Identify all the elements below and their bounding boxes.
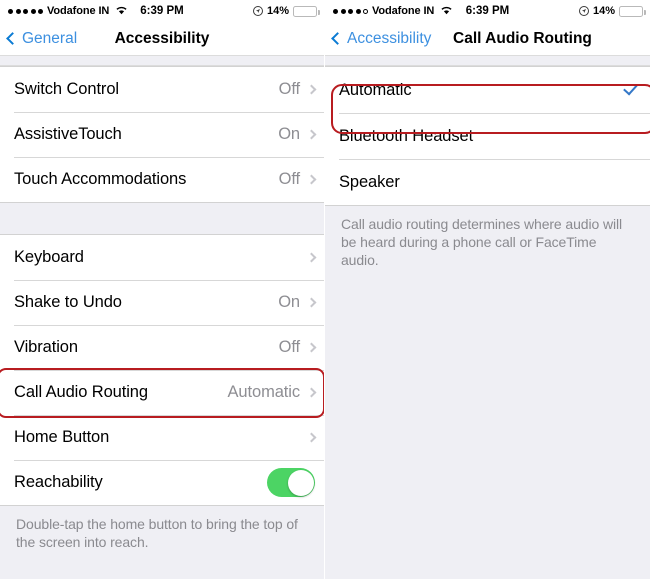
page-title: Call Audio Routing (453, 29, 592, 47)
dual-screenshot-container: Vodafone IN 6:39 PM 14% General Accessib… (0, 0, 650, 579)
battery-icon (619, 5, 646, 17)
row-value: On (278, 125, 300, 143)
row-value: Off (278, 338, 301, 356)
row-label: Touch Accommodations (14, 170, 187, 188)
top-spacer (325, 56, 650, 66)
row-label: Home Button (14, 428, 110, 446)
call-audio-routing-footer-text: Call audio routing determines where audi… (325, 206, 650, 269)
row-label: Keyboard (14, 248, 84, 266)
location-services-icon (252, 6, 263, 16)
right-status-right: 14% (578, 5, 650, 17)
battery-icon (293, 5, 320, 17)
option-automatic[interactable]: Automatic (325, 67, 650, 113)
battery-percentage: 14% (266, 5, 289, 17)
reachability-toggle-switch[interactable] (267, 468, 315, 497)
option-bluetooth-headset[interactable]: Bluetooth Headset (325, 113, 650, 159)
row-value: Off (278, 170, 301, 188)
list-item-touch-accommodations[interactable]: Touch Accommodations Off (0, 157, 324, 202)
wifi-icon (115, 5, 128, 18)
signal-strength-icon (333, 8, 368, 14)
group-separator (0, 203, 324, 234)
left-nav-bar: General Accessibility (0, 22, 324, 56)
settings-group-2: Keyboard Shake to Undo On Vibration Off … (0, 234, 324, 506)
list-item-reachability[interactable]: Reachability (0, 460, 324, 505)
left-carrier-area: Vodafone IN (0, 5, 128, 18)
chevron-right-icon (306, 387, 317, 398)
row-label: Call Audio Routing (14, 383, 148, 401)
row-label: AssistiveTouch (14, 125, 122, 143)
chevron-right-icon (306, 84, 317, 95)
list-item-vibration[interactable]: Vibration Off (0, 325, 324, 370)
row-label: Shake to Undo (14, 293, 122, 311)
left-phone-screen: Vodafone IN 6:39 PM 14% General Accessib… (0, 0, 325, 579)
battery-percentage: 14% (592, 5, 615, 17)
row-label: Reachability (14, 473, 103, 491)
list-item-home-button[interactable]: Home Button (0, 415, 324, 460)
wifi-icon (440, 5, 453, 18)
toggle-knob (287, 469, 314, 496)
back-button-accessibility[interactable]: Accessibility (325, 30, 431, 48)
checkmark-icon (623, 80, 638, 96)
option-speaker[interactable]: Speaker (325, 159, 650, 205)
carrier-name: Vodafone IN (372, 5, 435, 17)
list-item-call-audio-routing[interactable]: Call Audio Routing Automatic (0, 370, 324, 415)
row-value: Off (278, 80, 301, 98)
option-label: Automatic (339, 80, 412, 99)
chevron-right-icon (306, 174, 317, 185)
back-button-label: General (22, 29, 78, 47)
chevron-right-icon (306, 252, 317, 263)
right-phone-screen: Vodafone IN 6:39 PM 14% Accessibility Ca… (325, 0, 650, 579)
list-item-assistivetouch[interactable]: AssistiveTouch On (0, 112, 324, 157)
right-carrier-area: Vodafone IN (325, 5, 453, 18)
row-label: Switch Control (14, 80, 119, 98)
list-item-switch-control[interactable]: Switch Control Off (0, 67, 324, 112)
row-label: Vibration (14, 338, 78, 356)
chevron-right-icon (306, 432, 317, 443)
settings-group-1: Switch Control Off AssistiveTouch On Tou… (0, 66, 324, 203)
row-value: On (278, 293, 300, 311)
back-button-label: Accessibility (347, 29, 432, 47)
chevron-left-icon (331, 32, 344, 45)
left-status-bar: Vodafone IN 6:39 PM 14% (0, 0, 324, 22)
list-item-keyboard[interactable]: Keyboard (0, 235, 324, 280)
back-button-general[interactable]: General (0, 30, 77, 48)
reachability-footer-text: Double-tap the home button to bring the … (0, 506, 324, 551)
signal-strength-icon (8, 8, 43, 14)
option-label: Speaker (339, 172, 400, 191)
carrier-name: Vodafone IN (47, 5, 110, 17)
left-status-right: 14% (252, 5, 324, 17)
chevron-right-icon (306, 129, 317, 140)
right-status-bar: Vodafone IN 6:39 PM 14% (325, 0, 650, 22)
location-services-icon (578, 6, 589, 16)
top-spacer (0, 56, 324, 66)
option-label: Bluetooth Headset (339, 126, 474, 145)
chevron-right-icon (306, 297, 317, 308)
chevron-left-icon (6, 32, 19, 45)
audio-routing-options-group: Automatic Bluetooth Headset Speaker (325, 66, 650, 206)
chevron-right-icon (306, 342, 317, 353)
right-nav-bar: Accessibility Call Audio Routing (325, 22, 650, 56)
list-item-shake-to-undo[interactable]: Shake to Undo On (0, 280, 324, 325)
row-value: Automatic (227, 383, 301, 401)
